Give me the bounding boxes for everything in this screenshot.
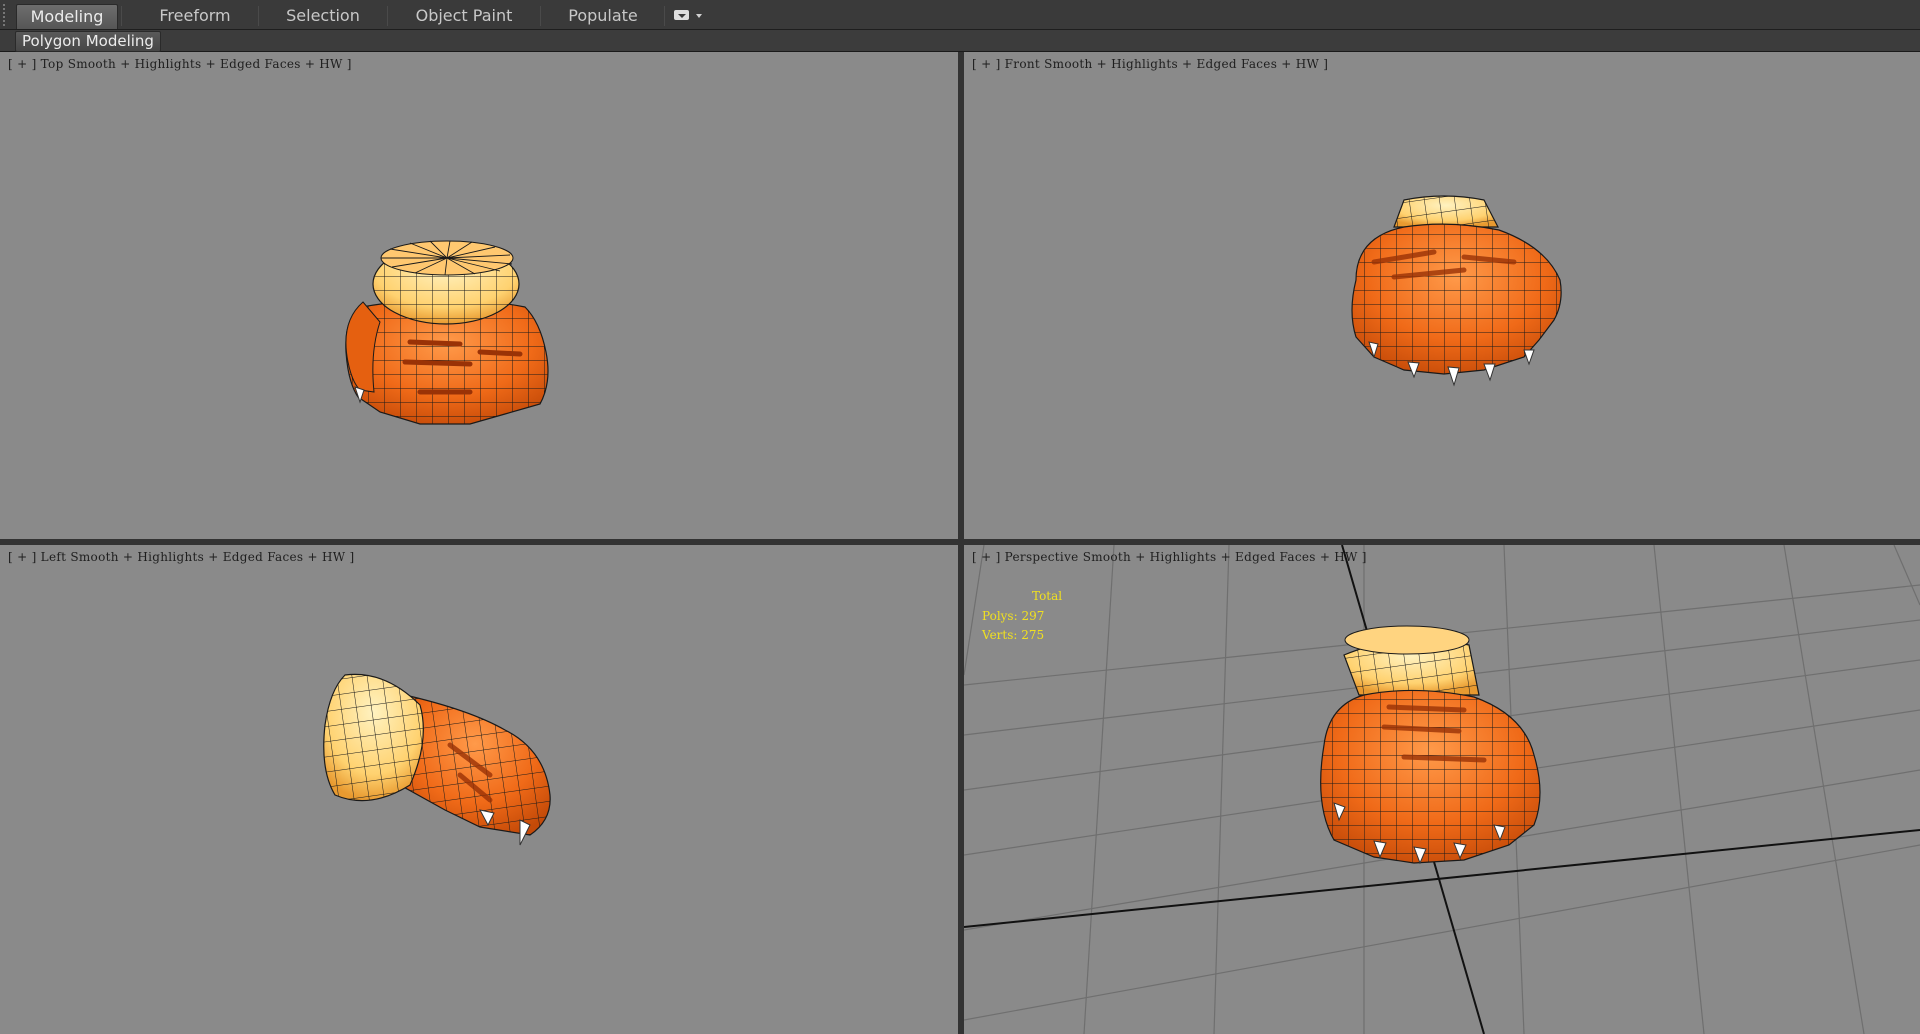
ribbon-minimize-box-icon <box>674 10 689 20</box>
viewport-plus-menu[interactable]: [ + ] <box>8 550 37 564</box>
tab-separator <box>664 6 665 26</box>
viewport-left[interactable]: [ + ] Left Smooth + Highlights + Edged F… <box>0 545 958 1034</box>
left-view-canvas <box>323 673 551 846</box>
glove-model-top[interactable] <box>345 240 549 425</box>
tab-separator <box>540 6 541 26</box>
stats-polys: Polys: 297 <box>982 608 1045 623</box>
viewport-area: [ + ] Top Smooth + Highlights + Edged Fa… <box>0 52 1920 1034</box>
ribbon-grip-handle[interactable] <box>3 4 11 26</box>
viewport-perspective-label[interactable]: [ + ] Perspective Smooth + Highlights + … <box>972 550 1367 564</box>
viewport-name-left[interactable]: Left <box>41 550 67 564</box>
glove-model-left[interactable] <box>323 673 551 846</box>
tab-separator <box>258 6 259 26</box>
viewport-left-label[interactable]: [ + ] Left Smooth + Highlights + Edged F… <box>8 550 354 564</box>
viewport-top-label[interactable]: [ + ] Top Smooth + Highlights + Edged Fa… <box>8 57 352 71</box>
tab-selection[interactable]: Selection <box>268 4 378 28</box>
tab-object-paint[interactable]: Object Paint <box>397 4 531 28</box>
viewport-plus-menu[interactable]: [ + ] <box>972 57 1001 71</box>
glove-model-perspective[interactable] <box>1320 625 1541 865</box>
tab-separator <box>387 6 388 26</box>
viewport-top[interactable]: [ + ] Top Smooth + Highlights + Edged Fa… <box>0 52 958 539</box>
viewport-shading-menu[interactable]: Smooth + Highlights + Edged Faces + HW ] <box>1044 57 1328 71</box>
chevron-down-icon <box>696 14 702 18</box>
viewport-plus-menu[interactable]: [ + ] <box>972 550 1001 564</box>
stats-verts: Verts: 275 <box>982 628 1045 642</box>
tab-modeling[interactable]: Modeling <box>16 4 118 29</box>
viewport-plus-menu[interactable]: [ + ] <box>8 57 37 71</box>
glove-model-front[interactable] <box>1351 195 1562 387</box>
tab-freeform[interactable]: Freeform <box>140 4 250 28</box>
viewport-front[interactable]: [ + ] Front Smooth + Highlights + Edged … <box>964 52 1920 539</box>
viewport-shading-menu[interactable]: Smooth + Highlights + Edged Faces + HW ] <box>1083 550 1367 564</box>
front-view-canvas <box>1351 195 1562 387</box>
polygon-modeling-panel-button[interactable]: Polygon Modeling <box>15 31 161 52</box>
viewport-front-label[interactable]: [ + ] Front Smooth + Highlights + Edged … <box>972 57 1328 71</box>
viewport-name-top[interactable]: Top <box>41 57 64 71</box>
viewport-name-front[interactable]: Front <box>1005 57 1040 71</box>
viewport-shading-menu[interactable]: Smooth + Highlights + Edged Faces + HW ] <box>70 550 354 564</box>
ribbon-panel-bar: Polygon Modeling <box>0 30 1920 52</box>
viewport-perspective[interactable]: [ + ] Perspective Smooth + Highlights + … <box>964 545 1920 1034</box>
tab-separator <box>121 6 122 26</box>
ribbon-minimize-icon[interactable] <box>674 8 708 24</box>
top-view-canvas <box>345 240 549 425</box>
ribbon-tab-bar: Modeling Freeform Selection Object Paint… <box>0 0 1920 30</box>
tab-populate[interactable]: Populate <box>550 4 656 28</box>
viewport-shading-menu[interactable]: Smooth + Highlights + Edged Faces + HW ] <box>68 57 352 71</box>
perspective-view-canvas <box>964 545 1920 1034</box>
statistics-overlay: Total Polys: 297 Verts: 275 <box>982 587 1062 646</box>
viewport-name-perspective[interactable]: Perspective <box>1005 550 1079 564</box>
stats-total-header: Total <box>1032 589 1063 603</box>
